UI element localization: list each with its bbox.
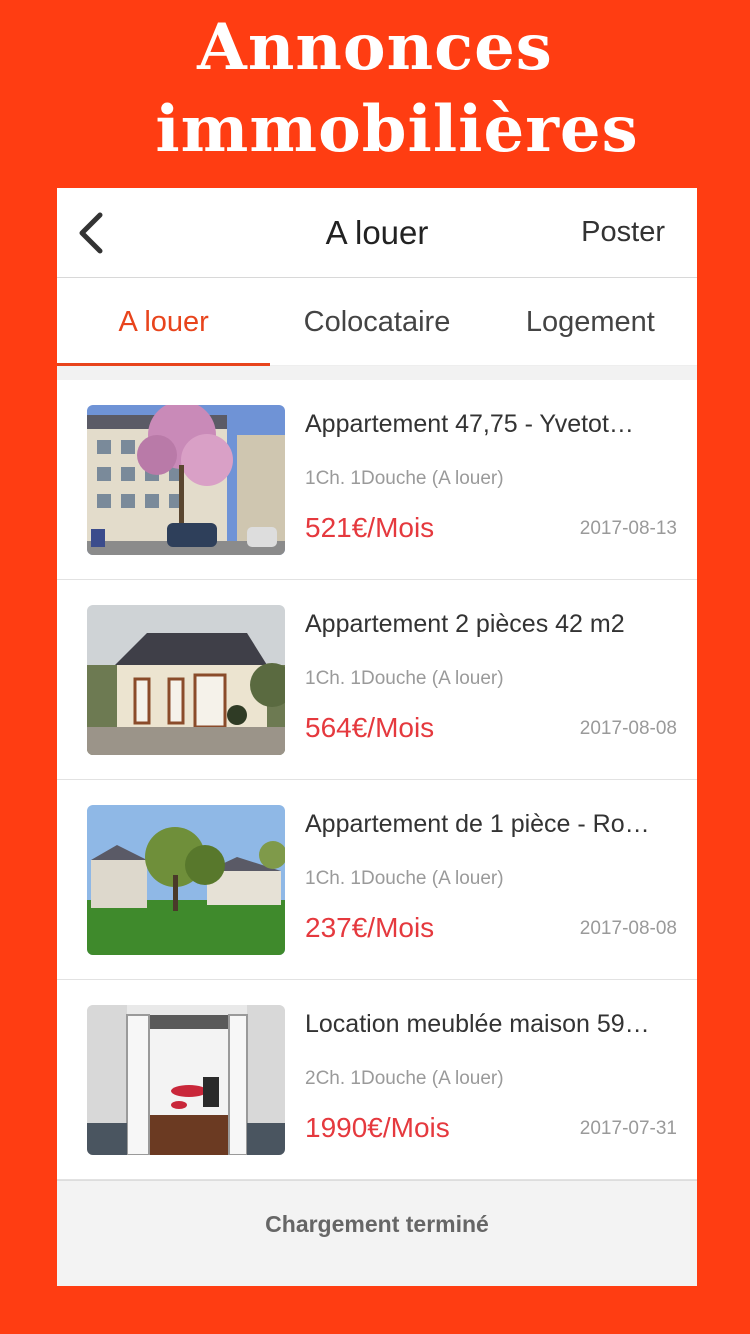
listing-photo [87, 805, 285, 955]
listing-price: 521€/Mois [305, 512, 435, 543]
listing-item[interactable]: Location meublée maison 59… 2Ch. 1Douche… [57, 980, 697, 1180]
list-separator [57, 366, 697, 380]
promo-banner: Annonces immobilières [0, 0, 750, 188]
listing-title: Location meublée maison 59… [305, 1010, 650, 1038]
listing-photo [87, 605, 285, 755]
listing-photo [87, 1005, 285, 1155]
listing-item[interactable]: Appartement 2 pièces 42 m2 1Ch. 1Douche … [57, 580, 697, 780]
category-tabs: A louer Colocataire Logement [57, 278, 697, 366]
listing-details: 1Ch. 1Douche (A louer) [305, 868, 504, 889]
listing-price: 564€/Mois [305, 712, 435, 743]
listing-item[interactable]: Appartement 47,75 - Yvetot… 1Ch. 1Douche… [57, 380, 697, 580]
listing-date: 2017-08-13 [579, 518, 677, 539]
listing-details: 1Ch. 1Douche (A louer) [305, 468, 504, 489]
listing-title: Appartement 47,75 - Yvetot… [305, 410, 634, 438]
listing-date: 2017-08-08 [579, 718, 677, 739]
tab-a-louer[interactable]: A louer [57, 278, 271, 366]
listing-details: 1Ch. 1Douche (A louer) [305, 668, 504, 689]
listing-title: Appartement de 1 pièce - Ro… [305, 810, 650, 838]
tab-logement[interactable]: Logement [484, 278, 697, 365]
tab-colocataire[interactable]: Colocataire [270, 278, 483, 365]
listing-photo [87, 405, 285, 555]
listing-list: Appartement 47,75 - Yvetot… 1Ch. 1Douche… [57, 380, 697, 1180]
listing-date: 2017-08-08 [579, 918, 677, 939]
promo-title-line2: immobilières [155, 92, 639, 167]
poster-button[interactable]: Poster [581, 216, 665, 249]
page-title: A louer [325, 213, 429, 251]
navigation-bar: A louer Poster [57, 188, 697, 278]
chevron-left-icon [79, 212, 103, 254]
listing-details: 2Ch. 1Douche (A louer) [305, 1068, 504, 1089]
listing-date: 2017-07-31 [579, 1118, 677, 1139]
listing-price: 237€/Mois [305, 912, 435, 943]
listing-item[interactable]: Appartement de 1 pièce - Ro… 1Ch. 1Douch… [57, 780, 697, 980]
promo-title-line1: Annonces [197, 10, 553, 85]
loading-status: Chargement terminé [57, 1180, 697, 1286]
app-screen: A louer Poster A louer Colocataire Logem… [57, 188, 697, 1286]
listing-title: Appartement 2 pièces 42 m2 [305, 610, 625, 638]
back-button[interactable] [71, 210, 111, 256]
listing-price: 1990€/Mois [305, 1112, 450, 1143]
